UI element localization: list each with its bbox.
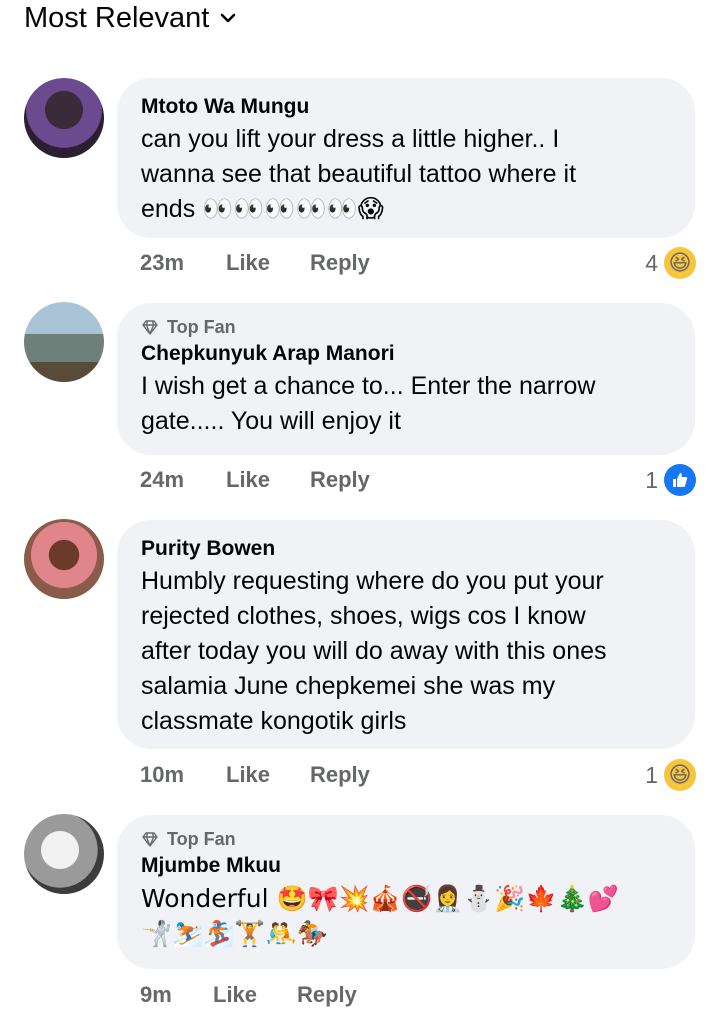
diamond-icon	[142, 832, 158, 847]
thumbs-up-icon	[664, 464, 696, 496]
comment-bubble: Purity Bowen Humbly requesting where do …	[117, 520, 695, 749]
diamond-icon	[142, 320, 158, 335]
comment-actions: 24m Like Reply	[140, 465, 370, 495]
comment-text: Humbly requesting where do you put your …	[141, 567, 607, 735]
reaction-count: 1	[645, 466, 658, 493]
comment-text: Wonderful 🤩🎀💥🎪🚭👩‍⚕️⛄🎉🍁🎄💕 🤺⛷️🏂🏋️🤼🏇	[141, 884, 619, 948]
reaction-summary[interactable]: 1 😆	[645, 758, 696, 792]
reaction-count: 1	[645, 761, 658, 788]
haha-emoji-icon: 😆	[664, 759, 696, 791]
like-button[interactable]: Like	[213, 982, 297, 1008]
top-fan-label: Top Fan	[167, 316, 236, 337]
comment-time[interactable]: 9m	[140, 982, 213, 1008]
avatar[interactable]	[24, 814, 104, 894]
reply-button[interactable]: Reply	[310, 250, 370, 276]
chevron-down-icon	[221, 13, 236, 23]
like-button[interactable]: Like	[226, 250, 310, 276]
top-fan-badge: Top Fan	[141, 315, 671, 339]
comment-actions: 10m Like Reply	[140, 760, 370, 790]
reaction-summary[interactable]: 1	[645, 463, 696, 497]
top-fan-label: Top Fan	[167, 828, 236, 849]
reply-button[interactable]: Reply	[310, 762, 370, 788]
comment-author[interactable]: Mjumbe Mkuu	[141, 851, 671, 881]
comment-bubble: Mtoto Wa Mungu can you lift your dress a…	[117, 78, 695, 238]
sort-label: Most Relevant	[24, 1, 210, 34]
comment-bubble: Top Fan Mjumbe Mkuu Wonderful 🤩🎀💥🎪🚭👩‍⚕️⛄…	[117, 815, 695, 969]
haha-emoji-icon: 😆	[664, 247, 696, 279]
reply-button[interactable]: Reply	[297, 982, 357, 1008]
sort-dropdown[interactable]: Most Relevant	[24, 0, 237, 36]
comment-text: can you lift your dress a little higher.…	[141, 125, 577, 223]
comment-author[interactable]: Purity Bowen	[141, 534, 671, 564]
comment-author[interactable]: Chepkunyuk Arap Manori	[141, 339, 671, 369]
top-fan-badge: Top Fan	[141, 827, 671, 851]
comment-bubble: Top Fan Chepkunyuk Arap Manori I wish ge…	[117, 303, 695, 455]
like-button[interactable]: Like	[226, 762, 310, 788]
comment-time[interactable]: 23m	[140, 250, 226, 276]
comment-actions: 23m Like Reply	[140, 248, 370, 278]
reaction-count: 4	[645, 249, 658, 276]
avatar[interactable]	[24, 519, 104, 599]
comment-time[interactable]: 24m	[140, 467, 226, 493]
reply-button[interactable]: Reply	[310, 467, 370, 493]
comment-text: I wish get a chance to... Enter the narr…	[141, 372, 596, 435]
comment-time[interactable]: 10m	[140, 762, 226, 788]
comment-author[interactable]: Mtoto Wa Mungu	[141, 92, 671, 122]
reaction-summary[interactable]: 4 😆	[645, 246, 696, 280]
avatar[interactable]	[24, 302, 104, 382]
like-button[interactable]: Like	[226, 467, 310, 493]
comment-actions: 9m Like Reply	[140, 980, 357, 1010]
avatar[interactable]	[24, 78, 104, 158]
